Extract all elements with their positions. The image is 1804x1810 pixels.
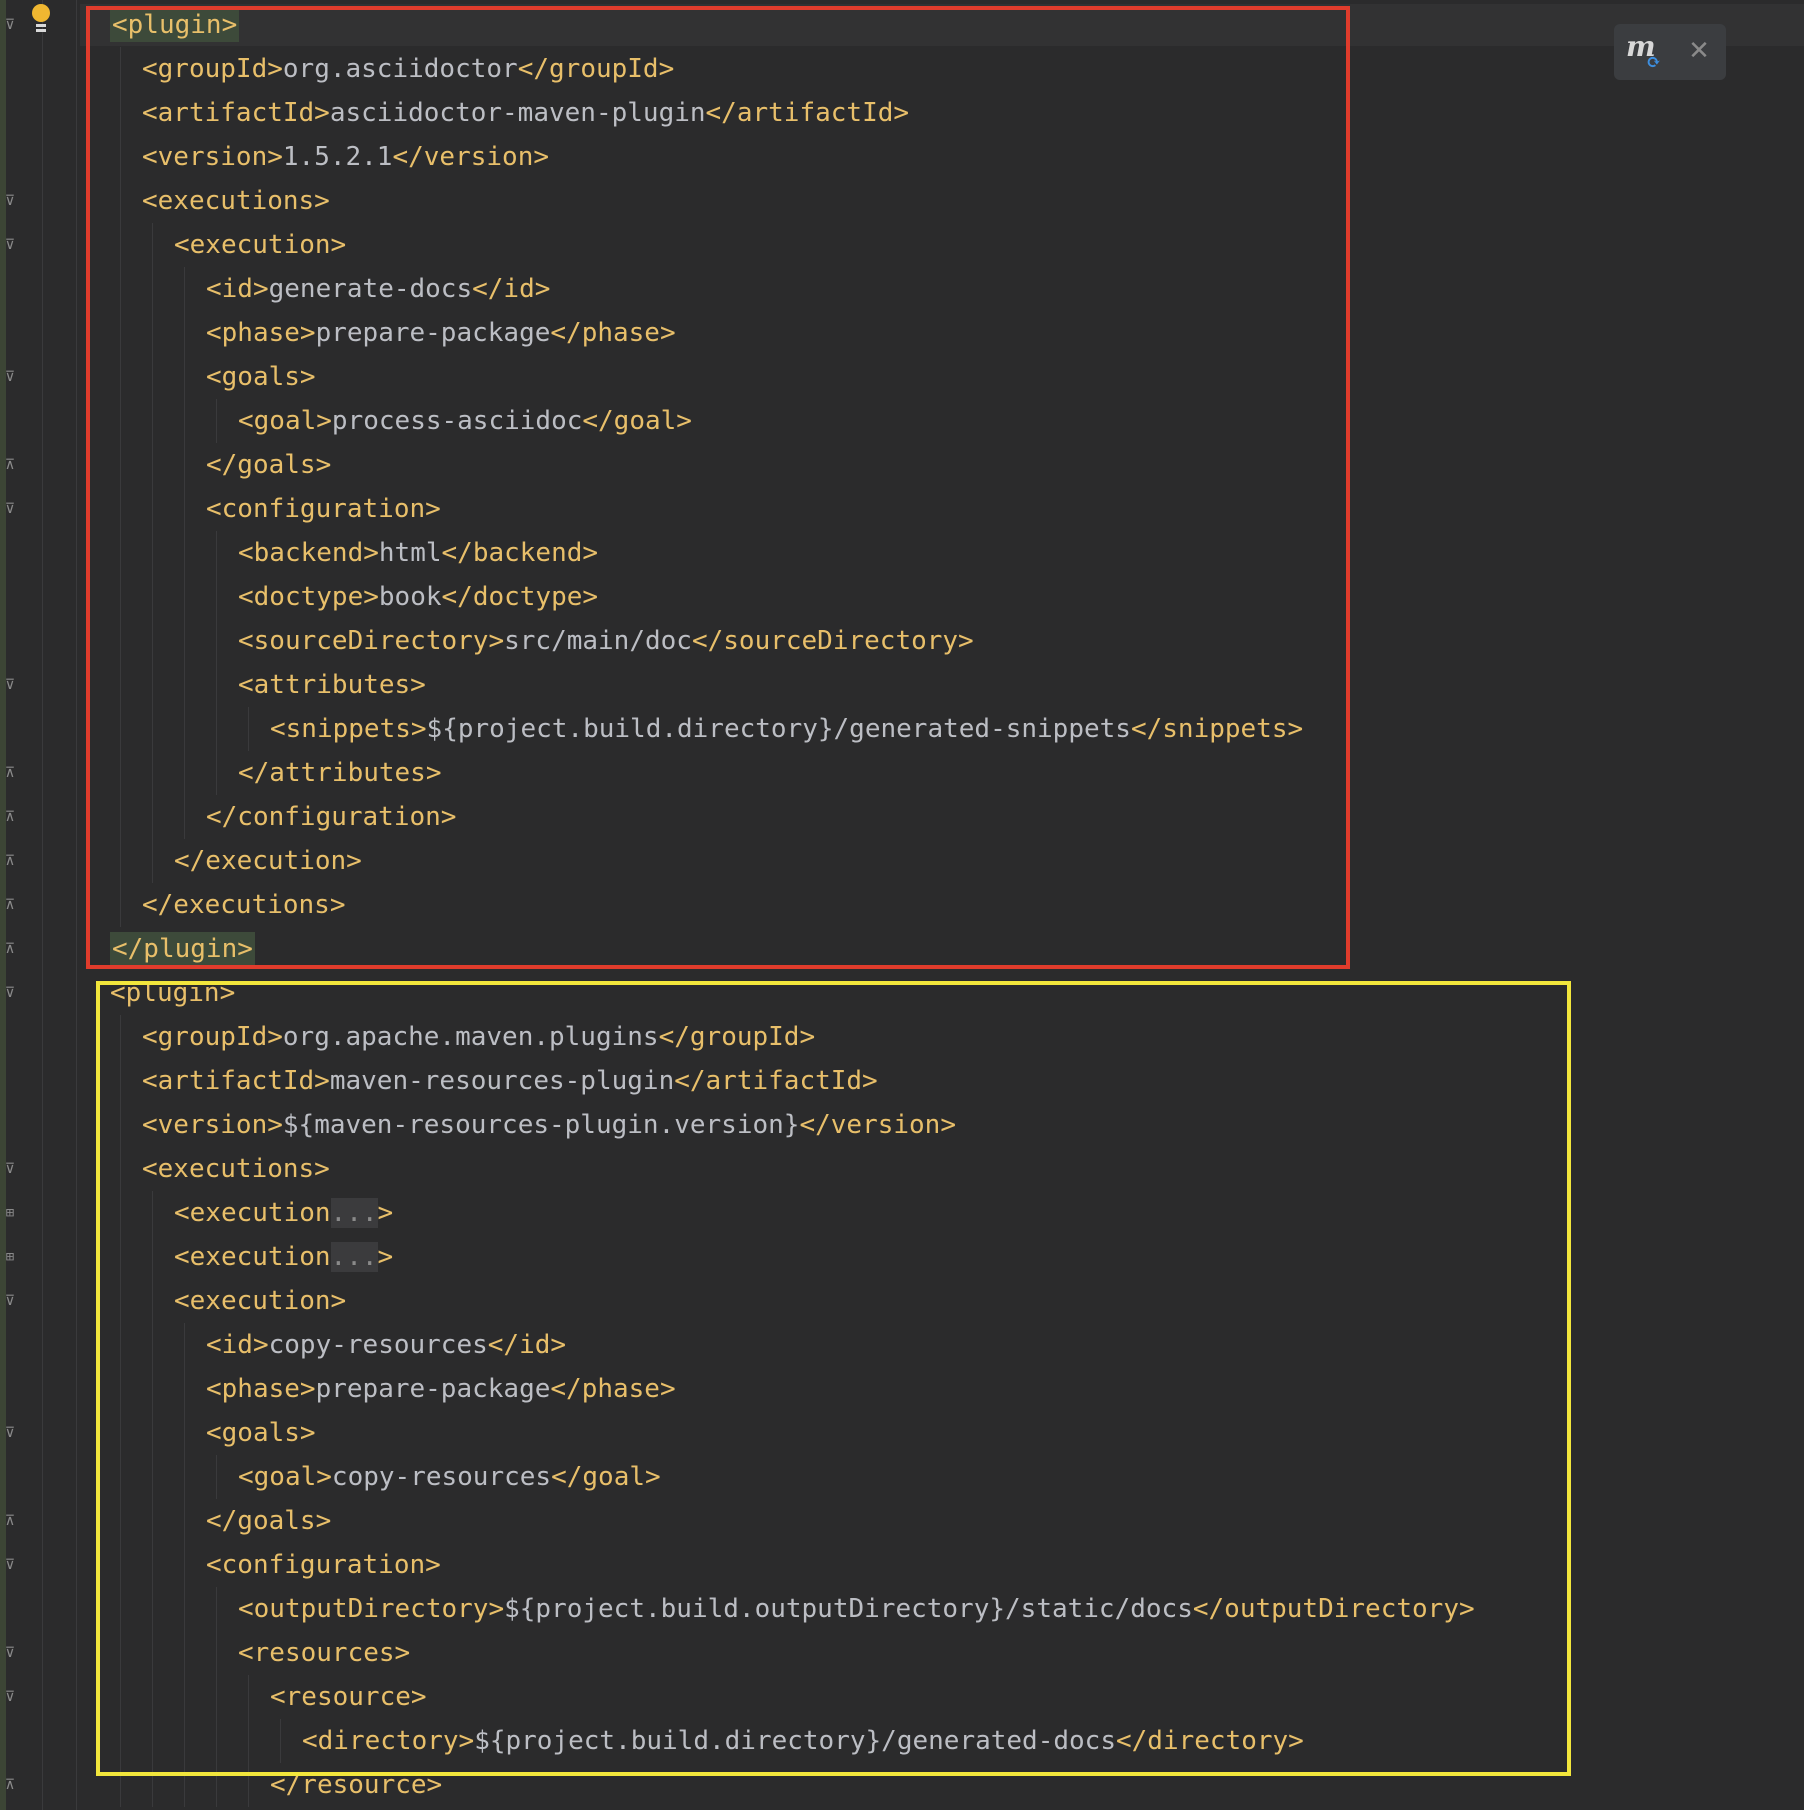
close-icon[interactable]: ✕ <box>1684 36 1714 66</box>
fold-icon[interactable]: ⊽ <box>3 985 17 1001</box>
fold-icon[interactable]: ⊽ <box>3 369 17 385</box>
yellow-annotation-box <box>96 981 1571 1776</box>
fold-icon[interactable]: ⊽ <box>3 1645 17 1661</box>
fold-icon[interactable]: ⊽ <box>3 1293 17 1309</box>
fold-icon[interactable]: ⊽ <box>3 17 17 33</box>
fold-icon[interactable]: ⊽ <box>3 501 17 517</box>
fold-icon[interactable]: ⊽ <box>3 1425 17 1441</box>
expand-fold-icon[interactable]: ⊞ <box>3 1205 17 1221</box>
fold-icon[interactable]: ⊼ <box>3 1513 17 1529</box>
fold-icon[interactable]: ⊼ <box>3 765 17 781</box>
fold-icon[interactable]: ⊽ <box>3 237 17 253</box>
gutter-divider <box>76 0 77 1810</box>
gutter-divider <box>42 0 43 1810</box>
fold-icon[interactable]: ⊽ <box>3 1161 17 1177</box>
fold-icon[interactable]: ⊼ <box>3 897 17 913</box>
fold-icon[interactable]: ⊽ <box>3 1689 17 1705</box>
fold-icon[interactable]: ⊼ <box>3 457 17 473</box>
fold-icon[interactable]: ⊼ <box>3 853 17 869</box>
fold-icon[interactable]: ⊼ <box>3 941 17 957</box>
red-annotation-box <box>86 6 1350 969</box>
maven-load-changes-popup: m ⟳ ✕ <box>1614 24 1726 80</box>
expand-fold-icon[interactable]: ⊞ <box>3 1249 17 1265</box>
editor-gutter: ⊽ ⊽ ⊽ ⊽ ⊼ ⊽ ⊽ ⊼ ⊼ ⊼ ⊼ ⊼ ⊽ ⊽ ⊞ ⊞ ⊽ ⊽ ⊼ ⊽ ⊽ ⊽ ⊼ <box>0 0 80 1810</box>
fold-icon[interactable]: ⊼ <box>3 809 17 825</box>
fold-icon[interactable]: ⊽ <box>3 677 17 693</box>
fold-icon[interactable]: ⊽ <box>3 1557 17 1573</box>
maven-reload-icon[interactable]: m ⟳ <box>1626 32 1666 74</box>
fold-icon[interactable]: ⊽ <box>3 193 17 209</box>
lightbulb-icon[interactable] <box>30 4 52 36</box>
fold-icon[interactable]: ⊼ <box>3 1777 17 1793</box>
